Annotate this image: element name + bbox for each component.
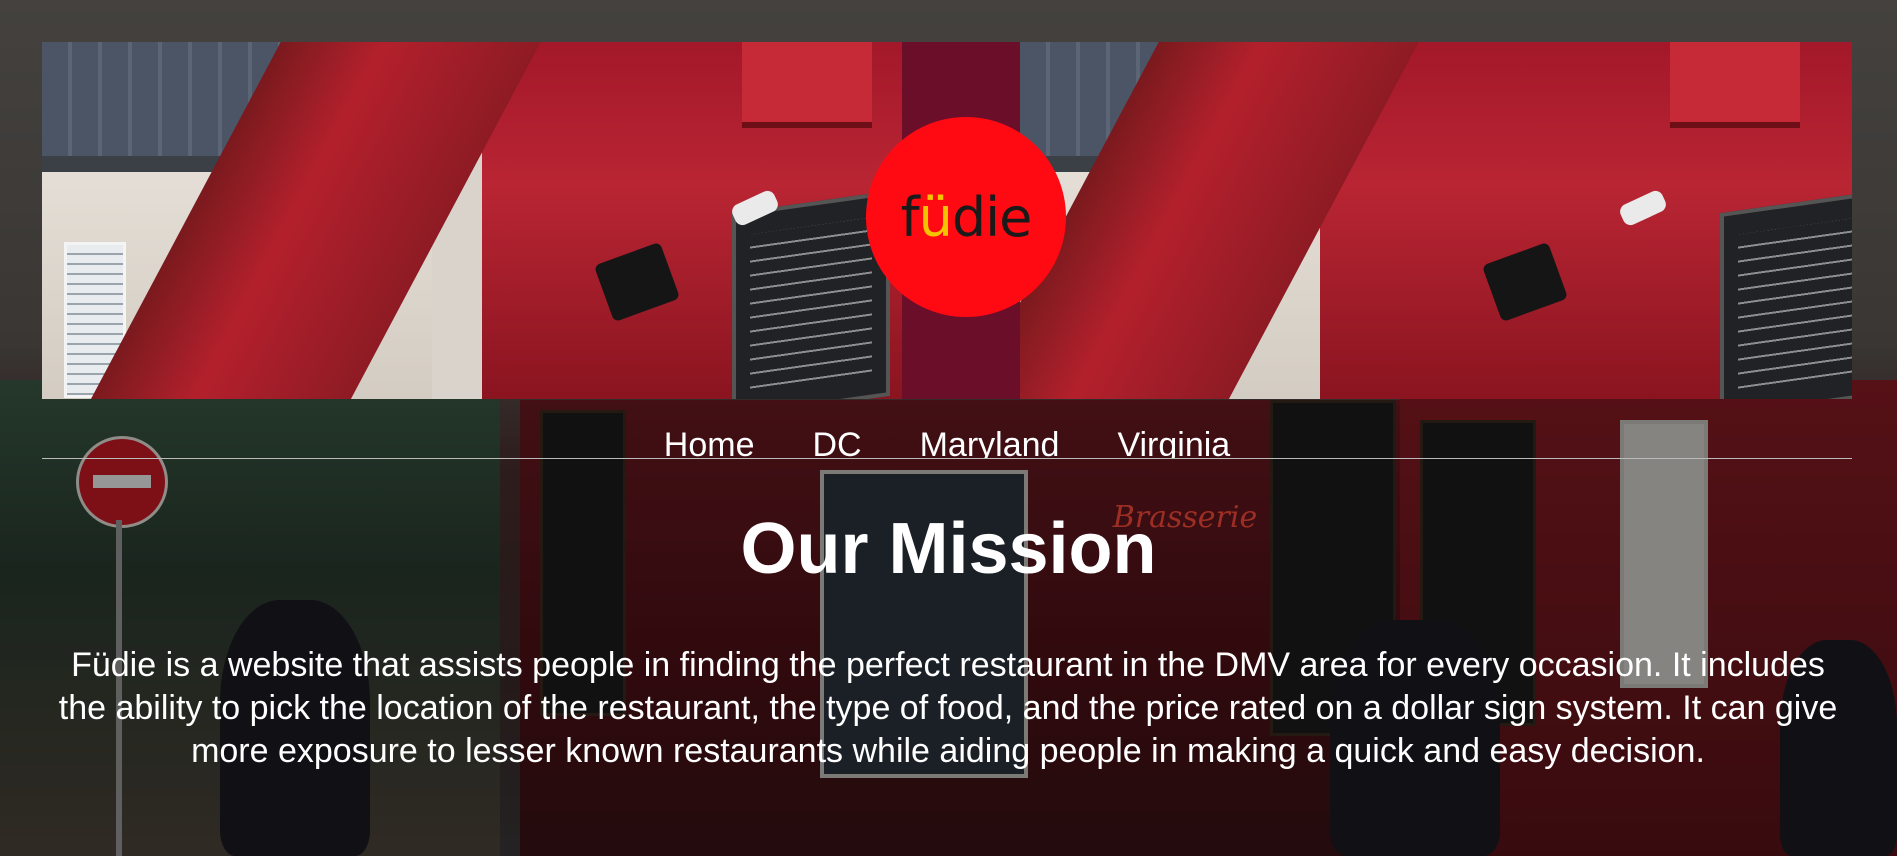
logo-text-suffix: die — [951, 185, 1033, 249]
nav-link-maryland[interactable]: Maryland — [891, 420, 1089, 458]
main-nav: Home DC Maryland Virginia — [42, 420, 1852, 459]
logo-text-prefix: f — [900, 185, 920, 249]
banner-photo-right — [1020, 42, 1852, 399]
page-title: Our Mission — [740, 509, 1157, 589]
mission-text: Füdie is a website that assists people i… — [58, 646, 1838, 770]
logo-text-accent: ü — [918, 185, 953, 249]
site-logo[interactable]: f ü die — [866, 117, 1066, 317]
nav-link-dc[interactable]: DC — [783, 420, 890, 458]
nav-link-home[interactable]: Home — [635, 420, 784, 458]
nav-link-virginia[interactable]: Virginia — [1088, 420, 1259, 458]
